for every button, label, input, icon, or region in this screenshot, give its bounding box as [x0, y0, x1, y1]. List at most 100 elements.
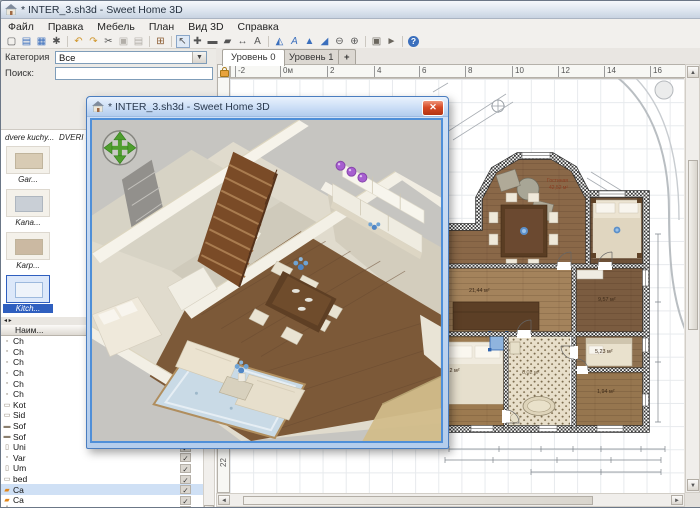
scroll-right-icon[interactable]: ► [671, 495, 683, 505]
catalog-item-label[interactable]: dvere kuchy... [5, 133, 54, 142]
ruler-tick-label: 8 [465, 66, 472, 77]
catalog-item-label: Gar... [18, 175, 38, 184]
open-home-icon[interactable]: ▤ [20, 35, 34, 48]
blue-tool-1-icon[interactable]: ◭ [273, 35, 287, 48]
3d-view-canvas[interactable] [90, 118, 443, 443]
furniture-icon: ▬ [3, 422, 11, 430]
close-icon[interactable]: ✕ [422, 100, 444, 116]
ruler-tick-label: 12 [558, 66, 570, 77]
table-row-selected[interactable]: ▰ Ca ✓ [1, 484, 203, 495]
menu-furniture[interactable]: Мебель [90, 21, 142, 33]
plan-vertical-scrollbar[interactable]: ▲ ▼ [685, 64, 700, 493]
menu-file[interactable]: Файл [1, 21, 41, 33]
chevron-down-icon[interactable]: ▼ [192, 52, 206, 63]
catalog-thumbnail [6, 275, 50, 303]
blue-tool-3-icon[interactable]: ▲ [303, 35, 317, 48]
add-furniture-icon[interactable]: ⊞ [154, 35, 168, 48]
table-row[interactable]: ▭ bed ✓ [1, 474, 203, 485]
cut-icon[interactable]: ✂ [102, 35, 116, 48]
add-level-tab[interactable]: + [338, 49, 356, 65]
toolbar: ▢ ▤ ▦ ✱ ↶ ↷ ✂ ▣ ▤ ⊞ ↖ ✚ ▬ ▰ ↔ A ◭ A ▲ ◢ … [1, 34, 700, 49]
visible-checkbox[interactable]: ✓ [180, 474, 191, 485]
plan-horizontal-scrollbar[interactable]: ◄ ► [216, 493, 685, 507]
catalog-item-selected[interactable]: Kitch... [3, 275, 53, 313]
table-row[interactable]: ▰ Ca ✓ [1, 495, 203, 506]
create-rooms-icon[interactable]: ▰ [221, 35, 235, 48]
save-home-icon[interactable]: ▦ [35, 35, 49, 48]
menu-edit[interactable]: Правка [41, 21, 90, 33]
blue-tool-2-icon[interactable]: A [288, 35, 302, 48]
zoom-in-icon[interactable]: ⊕ [348, 35, 362, 48]
room-name-label: Гостиная [547, 178, 568, 184]
furniture-icon: ▬ [3, 433, 11, 441]
catalog-item[interactable]: Kana... [3, 189, 53, 227]
ruler-tick-label: 2 [327, 66, 334, 77]
menu-help[interactable]: Справка [231, 21, 286, 33]
cell-name: Ca [13, 484, 24, 495]
ruler-tick-label: 0м [280, 66, 293, 77]
window-title: * INTER_3.sh3d - Sweet Home 3D [21, 3, 183, 16]
add-text-icon[interactable]: A [251, 35, 265, 48]
furniture-icon: ▫ [5, 369, 9, 377]
paste-icon[interactable]: ▤ [132, 35, 146, 48]
scrollbar-thumb[interactable] [243, 496, 593, 505]
scrollbar-thumb[interactable] [688, 160, 698, 330]
visible-checkbox[interactable]: ✓ [180, 453, 191, 463]
3d-window-title-bar[interactable]: * INTER_3.sh3d - Sweet Home 3D ✕ [87, 97, 448, 117]
toolbar-separator [149, 35, 150, 47]
tab-level-1[interactable]: Уровень 1 [280, 49, 343, 65]
catalog-thumbnail [6, 189, 50, 217]
ruler-tick-label: 22 [218, 458, 228, 467]
catalog-thumbnail [6, 232, 50, 260]
3d-scene [91, 119, 442, 441]
app-window: * INTER_3.sh3d - Sweet Home 3D Файл Прав… [0, 0, 700, 508]
category-select[interactable]: Все ▼ [55, 51, 207, 64]
furniture-icon: ▰ [4, 486, 10, 494]
scroll-up-icon[interactable]: ▲ [687, 66, 699, 78]
table-row[interactable]: ▯ Um ✓ [1, 463, 203, 474]
3d-view-window[interactable]: * INTER_3.sh3d - Sweet Home 3D ✕ [86, 96, 449, 449]
ruler-tick-label: 16 [650, 66, 662, 77]
wardrobe[interactable] [452, 301, 540, 331]
catalog-item[interactable]: Karp... [3, 232, 53, 270]
visible-checkbox[interactable]: ✓ [180, 463, 191, 474]
undo-icon[interactable]: ↶ [72, 35, 86, 48]
create-photo-icon[interactable]: ▣ [370, 35, 384, 48]
blue-tool-4-icon[interactable]: ◢ [318, 35, 332, 48]
redo-icon[interactable]: ↷ [87, 35, 101, 48]
lock-icon[interactable] [220, 67, 229, 77]
table-row[interactable]: ▫ Var ✓ [1, 452, 203, 463]
menu-3dview[interactable]: Вид 3D [181, 21, 230, 33]
navigation-compass-icon[interactable] [102, 130, 138, 166]
copy-icon[interactable]: ▣ [117, 35, 131, 48]
new-home-icon[interactable]: ▢ [5, 35, 19, 48]
catalog-item[interactable]: Gar... [3, 146, 53, 184]
tab-level-0[interactable]: Уровень 0 [222, 49, 285, 66]
app-icon [92, 101, 104, 112]
zoom-out-icon[interactable]: ⊖ [333, 35, 347, 48]
menu-plan[interactable]: План [142, 21, 181, 33]
create-walls-icon[interactable]: ▬ [206, 35, 220, 48]
pan-tool-icon[interactable]: ✚ [191, 35, 205, 48]
furniture-icon: ▫ [5, 348, 9, 356]
search-input[interactable] [55, 67, 213, 80]
create-dimensions-icon[interactable]: ↔ [236, 35, 250, 48]
create-video-icon[interactable]: ► [385, 35, 399, 48]
toolbar-separator [171, 35, 172, 47]
scroll-down-icon[interactable]: ▼ [687, 479, 699, 491]
visible-checkbox[interactable]: ✓ [180, 485, 191, 495]
select-tool-icon[interactable]: ↖ [175, 34, 190, 48]
preferences-icon[interactable]: ✱ [50, 35, 64, 48]
room-area-label: 5,23 м² [595, 349, 613, 355]
category-value: Все [59, 53, 76, 64]
title-bar[interactable]: * INTER_3.sh3d - Sweet Home 3D [1, 1, 700, 19]
catalog-thumbnail [6, 146, 50, 174]
help-icon[interactable]: ? [408, 35, 419, 47]
ruler-corner [217, 64, 230, 78]
ruler-tick-label: 4 [374, 66, 381, 77]
catalog-item-label: Karp... [16, 261, 40, 270]
scroll-left-icon[interactable]: ◄ [218, 495, 230, 505]
furniture-icon: ▫ [5, 454, 9, 462]
cell-name: Var [13, 452, 26, 463]
visible-checkbox[interactable]: ✓ [180, 495, 191, 506]
